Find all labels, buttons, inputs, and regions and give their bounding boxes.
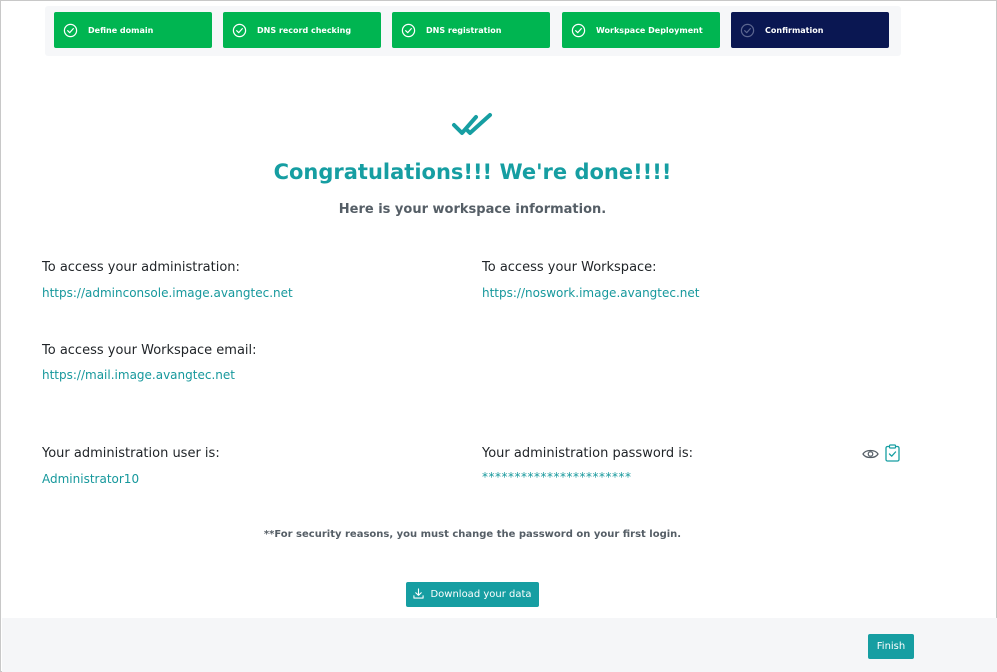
step-label: DNS registration (426, 25, 502, 35)
step-label: Workspace Deployment (596, 25, 703, 35)
wizard-window: Define domain DNS record checking DNS re… (0, 0, 997, 672)
step-label: Confirmation (765, 25, 824, 35)
clipboard-check-icon[interactable] (885, 444, 900, 466)
email-link[interactable]: https://mail.image.avangtec.net (42, 368, 235, 382)
download-label: Download your data (430, 589, 532, 600)
admin-password-value: *********************** (482, 470, 632, 484)
finish-button[interactable]: Finish (868, 634, 914, 659)
step-label: Define domain (88, 25, 154, 35)
check-circle-icon (231, 22, 247, 38)
admin-user-value: Administrator10 (42, 472, 140, 486)
page-subtitle: Here is your workspace information. (338, 202, 607, 217)
step-label: DNS record checking (257, 25, 352, 35)
download-data-button[interactable]: Download your data (406, 582, 539, 607)
step-dns-record-checking: DNS record checking (223, 12, 381, 48)
workspace-access-label: To access your Workspace: (482, 260, 657, 275)
check-circle-icon (570, 22, 586, 38)
step-confirmation: Confirmation (731, 12, 889, 48)
eye-icon[interactable] (862, 446, 879, 465)
check-circle-icon (400, 22, 416, 38)
admin-console-link[interactable]: https://adminconsole.image.avangtec.net (42, 286, 293, 300)
workspace-link[interactable]: https://noswork.image.avangtec.net (482, 286, 699, 300)
page-title: Congratulations!!! We're done!!!! (273, 160, 672, 184)
check-circle-icon (739, 22, 755, 38)
step-define-domain: Define domain (54, 12, 212, 48)
download-icon (413, 587, 425, 602)
check-circle-icon (62, 22, 78, 38)
progress-stepper: Define domain DNS record checking DNS re… (45, 6, 901, 56)
step-workspace-deployment: Workspace Deployment (562, 12, 720, 48)
admin-user-label: Your administration user is: (42, 446, 220, 461)
step-dns-registration: DNS registration (392, 12, 550, 48)
wizard-footer: Finish (2, 618, 997, 672)
security-notice: **For security reasons, you must change … (263, 529, 682, 540)
admin-password-label: Your administration password is: (482, 446, 694, 461)
admin-access-label: To access your administration: (42, 260, 240, 275)
double-check-icon (452, 113, 492, 135)
email-access-label: To access your Workspace email: (42, 343, 257, 358)
